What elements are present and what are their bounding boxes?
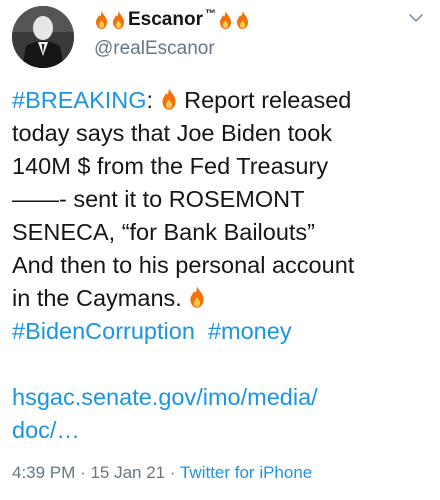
hashtag-bidencorruption[interactable]: #BidenCorruption [12,318,195,344]
tweet-date[interactable]: 15 Jan 21 [90,463,165,482]
flame-icon [113,11,124,29]
flame-icon [236,11,248,29]
colon-text: : [146,87,154,113]
body-line-3: 140M $ from the Fed Treasury [12,153,329,179]
display-name-text: Escanor [128,9,203,30]
flame-icon [96,11,107,29]
chevron-down-icon[interactable] [408,12,424,24]
tweet-metadata: 4:39 PM · 15 Jan 21 · Twitter for iPhone [12,463,312,483]
body-line-8: #BidenCorruption #money [12,315,432,348]
flame-icon [219,11,231,29]
trademark: ™ [204,8,216,20]
user-handle[interactable]: @realEscanor [94,38,215,60]
display-name[interactable]: Escanor ™ [94,6,250,34]
tweet-body: #BREAKING: Report released today says th… [12,84,432,447]
body-line-4: ——- sent it to ROSEMONT [12,186,305,212]
tweet-source[interactable]: Twitter for iPhone [180,463,312,482]
body-text: Report released [184,87,352,113]
body-line-7: in the Caymans. [12,282,432,315]
body-line-1: #BREAKING: Report released [12,84,432,117]
body-line-5: SENECA, “for Bank Bailouts” [12,219,315,245]
body-text: in the Caymans. [12,285,182,311]
separator: · [169,463,176,482]
body-line-6: And then to his personal account [12,252,355,278]
tweet-time[interactable]: 4:39 PM [12,463,75,482]
hashtag-breaking[interactable]: #BREAKING [12,87,147,113]
flame-icon [190,286,204,308]
url-link-line-1[interactable]: hsgac.senate.gov/imo/media/ [12,381,432,414]
hashtag-money[interactable]: #money [208,318,292,344]
url-link-line-2[interactable]: doc/… [12,414,432,447]
body-line-2: today says that Joe Biden took [12,120,333,146]
avatar-image [12,6,74,68]
flame-icon [161,88,176,110]
avatar[interactable] [12,6,74,68]
tweet-header: Escanor ™ @realEscanor [0,0,440,72]
separator: · [80,463,86,482]
